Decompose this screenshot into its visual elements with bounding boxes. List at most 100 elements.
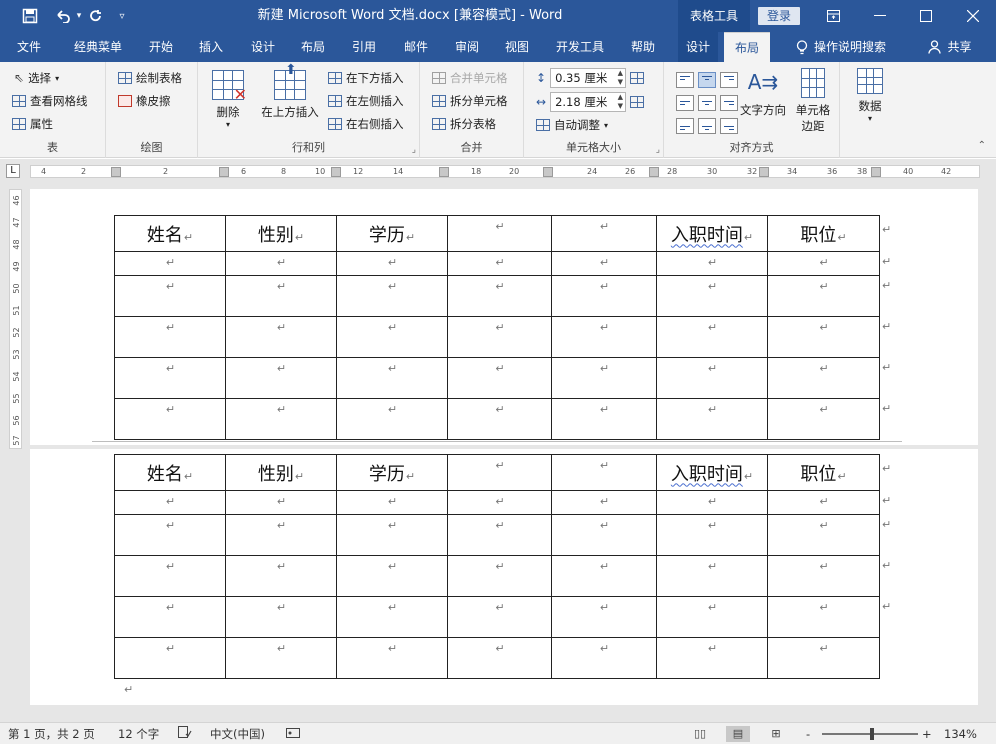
table-cell[interactable]: ↵ [114,316,226,358]
header-cell[interactable]: 入职时间↵ [656,454,768,491]
header-cell[interactable]: 性别↵ [225,454,337,491]
header-cell[interactable]: 学历↵ [336,215,448,252]
row-height-spinner[interactable]: ↕ 0.35 厘米 ▲ ▼ [536,68,645,88]
header-cell[interactable]: 姓名↵ [114,454,226,491]
column-marker[interactable] [331,167,341,177]
insert-left-button[interactable]: 在左侧插入 [328,93,404,109]
column-marker[interactable] [439,167,449,177]
align-middle-left-icon[interactable] [676,95,694,111]
header-cell[interactable]: ↵ [551,215,657,252]
document-canvas[interactable]: 姓名↵ 性别↵ 学历↵ ↵ ↵ 入职时间↵ 职位↵ ↵ ↵ ↵ ↵ ↵ ↵ ↵ ↵ ↵ ↵ ↵ ↵ ↵… [30,183,996,722]
close-icon[interactable] [950,0,996,32]
column-marker[interactable] [649,167,659,177]
table-cell[interactable]: ↵ [447,637,552,679]
table-cell[interactable]: ↵ [656,514,768,556]
align-middle-center-icon[interactable] [698,95,716,111]
table-cell[interactable]: ↵ [656,555,768,597]
table-cell[interactable]: ↵ [551,251,657,276]
tab-design[interactable]: 设计 [240,32,286,62]
tab-home[interactable]: 开始 [138,32,184,62]
view-gridlines-button[interactable]: 查看网格线 [12,93,88,109]
table-cell[interactable]: ↵ [225,357,337,399]
header-cell[interactable]: 职位↵ [767,215,880,252]
table-cell[interactable]: ↵ [551,637,657,679]
customize-qat-icon[interactable]: ▿ [112,0,132,32]
print-layout-icon[interactable]: ▤ [726,726,750,742]
table-cell[interactable]: ↵ [336,637,448,679]
zoom-out-button[interactable]: - [806,723,810,744]
table-cell[interactable]: ↵ [767,514,880,556]
tab-references[interactable]: 引用 [340,32,388,62]
table-cell[interactable]: ↵ [225,398,337,440]
table-cell[interactable]: ↵ [114,398,226,440]
table-cell[interactable]: ↵ [656,490,768,515]
table-cell[interactable]: ↵ [336,555,448,597]
zoom-slider[interactable] [822,728,918,740]
table-cell[interactable]: ↵ [114,357,226,399]
table-cell[interactable]: ↵ [551,357,657,399]
table-cell[interactable]: ↵ [656,637,768,679]
column-marker[interactable] [111,167,121,177]
select-button[interactable]: ⇖ 选择 ▾ [14,70,59,86]
text-direction-button[interactable]: A⇉ 文字方向 [738,68,788,118]
table-cell[interactable]: ↵ [336,316,448,358]
header-cell[interactable]: 入职时间↵ [656,215,768,252]
table-cell[interactable]: ↵ [656,596,768,638]
tab-table-layout[interactable]: 布局 [724,32,770,62]
table-1[interactable]: 姓名↵ 性别↵ 学历↵ ↵ ↵ 入职时间↵ 职位↵ ↵ ↵ ↵ ↵ ↵ ↵ ↵ ↵ ↵ ↵ ↵ ↵ ↵… [114,215,880,440]
column-width-field[interactable]: 2.18 厘米 ▲ ▼ [550,92,627,112]
table-cell[interactable]: ↵ [447,398,552,440]
table-cell[interactable]: ↵ [225,637,337,679]
align-bottom-right-icon[interactable] [720,118,738,134]
table-cell[interactable]: ↵ [336,514,448,556]
column-marker[interactable] [871,167,881,177]
align-middle-right-icon[interactable] [720,95,738,111]
table-cell[interactable]: ↵ [767,637,880,679]
table-cell[interactable]: ↵ [767,398,880,440]
tab-layout[interactable]: 布局 [290,32,336,62]
header-cell[interactable]: ↵ [551,454,657,491]
undo-dropdown-icon[interactable]: ▾ [74,0,84,32]
insert-right-button[interactable]: 在右侧插入 [328,116,404,132]
table-cell[interactable]: ↵ [114,596,226,638]
spinner-arrows-icon[interactable]: ▲ ▼ [618,93,623,111]
table-2[interactable]: 姓名↵ 性别↵ 学历↵ ↵ ↵ 入职时间↵ 职位↵ ↵ ↵ ↵ ↵ ↵ ↵ ↵ ↵ ↵ ↵ ↵ ↵ ↵… [114,454,880,679]
zoom-level[interactable]: 134% [944,723,977,744]
vertical-ruler-strip[interactable]: 46 47 48 49 50 51 52 53 54 55 56 57 [9,189,22,449]
tab-insert[interactable]: 插入 [188,32,234,62]
table-cell[interactable]: ↵ [551,514,657,556]
login-button[interactable]: 登录 [758,7,800,25]
header-cell[interactable]: 学历↵ [336,454,448,491]
table-cell[interactable]: ↵ [551,596,657,638]
table-cell[interactable]: ↵ [336,275,448,317]
align-top-center-icon[interactable] [698,72,716,88]
header-cell[interactable]: 性别↵ [225,215,337,252]
header-cell[interactable]: 职位↵ [767,454,880,491]
table-cell[interactable]: ↵ [656,398,768,440]
table-cell[interactable]: ↵ [225,251,337,276]
draw-table-button[interactable]: 绘制表格 [118,70,182,86]
align-bottom-center-icon[interactable] [698,118,716,134]
column-marker[interactable] [543,167,553,177]
zoom-in-button[interactable]: + [922,723,932,744]
tab-view[interactable]: 视图 [494,32,540,62]
table-cell[interactable]: ↵ [447,596,552,638]
table-cell[interactable]: ↵ [767,316,880,358]
undo-icon[interactable] [50,0,76,32]
align-bottom-left-icon[interactable] [676,118,694,134]
language-indicator[interactable]: 中文(中国) [210,723,265,744]
split-table-button[interactable]: 拆分表格 [432,116,496,132]
word-count[interactable]: 12 个字 [118,723,159,744]
table-cell[interactable]: ↵ [656,251,768,276]
table-cell[interactable]: ↵ [551,398,657,440]
tab-mailings[interactable]: 邮件 [392,32,440,62]
table-cell[interactable]: ↵ [551,275,657,317]
table-cell[interactable]: ↵ [767,275,880,317]
align-top-right-icon[interactable] [720,72,738,88]
tab-help[interactable]: 帮助 [620,32,666,62]
dialog-launcher-icon[interactable]: ⌟ [412,145,416,155]
tell-me-search[interactable]: 操作说明搜索 [786,32,896,62]
properties-button[interactable]: 属性 [12,116,53,132]
table-cell[interactable]: ↵ [656,316,768,358]
collapse-ribbon-icon[interactable]: ⌃ [978,140,986,151]
